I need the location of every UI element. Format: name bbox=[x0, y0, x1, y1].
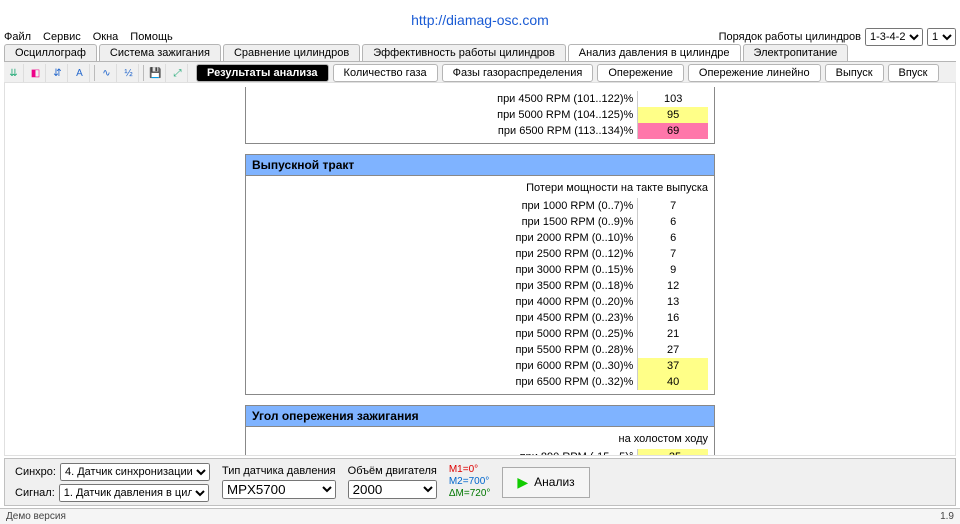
sync-label: Синхро: bbox=[15, 466, 56, 478]
row-label: при 4500 RPM (101..122)% bbox=[252, 91, 638, 107]
row-value: 69 bbox=[638, 123, 708, 139]
row-label: при 6500 RPM (113..134)% bbox=[252, 123, 638, 139]
timing-sublabel: на холостом ходу bbox=[252, 431, 708, 449]
row-label: при 4000 RPM (0..20)% bbox=[252, 294, 638, 310]
row-value: 12 bbox=[638, 278, 708, 294]
top-url: http://diamag-osc.com bbox=[0, 12, 960, 28]
data-row: при 6000 RPM (0..30)%37 bbox=[252, 358, 708, 374]
main-tab[interactable]: Электропитание bbox=[743, 44, 849, 61]
row-label: при 5000 RPM (0..25)% bbox=[252, 326, 638, 342]
row-label: при 1500 RPM (0..9)% bbox=[252, 214, 638, 230]
data-row: при 5000 RPM (104..125)%95 bbox=[252, 107, 708, 123]
engvol-label: Объём двигателя bbox=[348, 465, 437, 477]
main-tab[interactable]: Осциллограф bbox=[4, 44, 97, 61]
tool-icon[interactable]: ◧ bbox=[28, 64, 46, 82]
main-tab[interactable]: Анализ давления в цилиндре bbox=[568, 44, 741, 61]
data-row: при 2500 RPM (0..12)%7 bbox=[252, 246, 708, 262]
data-row: при 5500 RPM (0..28)%27 bbox=[252, 342, 708, 358]
data-row: при 1000 RPM (0..7)%7 bbox=[252, 198, 708, 214]
expand-icon[interactable]: ⤢ bbox=[170, 64, 188, 82]
row-value: 13 bbox=[638, 294, 708, 310]
timing-header: Угол опережения зажигания bbox=[246, 406, 714, 427]
row-label: при 5000 RPM (104..125)% bbox=[252, 107, 638, 123]
row-value: -25 bbox=[638, 449, 708, 456]
data-row: при 890 RPM (-15..-5)°-25 bbox=[252, 449, 708, 456]
save-icon[interactable]: 💾 bbox=[148, 64, 166, 82]
data-row: при 4500 RPM (0..23)%16 bbox=[252, 310, 708, 326]
status-left: Демо версия bbox=[6, 511, 66, 522]
sub-tab[interactable]: Выпуск bbox=[825, 64, 884, 82]
sync-select[interactable]: 4. Датчик синхронизации bbox=[60, 463, 210, 481]
marker-values: M1=0° M2=700° ΔM=720° bbox=[449, 464, 491, 500]
sub-tab-strip: Результаты анализаКоличество газаФазы га… bbox=[196, 64, 939, 82]
row-value: 7 bbox=[638, 246, 708, 262]
data-row: при 6500 RPM (113..134)%69 bbox=[252, 123, 708, 139]
data-row: при 3500 RPM (0..18)%12 bbox=[252, 278, 708, 294]
row-label: при 6500 RPM (0..32)% bbox=[252, 374, 638, 390]
row-value: 9 bbox=[638, 262, 708, 278]
data-row: при 6500 RPM (0..32)%40 bbox=[252, 374, 708, 390]
analyze-button[interactable]: ▶ Анализ bbox=[502, 467, 589, 498]
sub-tab[interactable]: Количество газа bbox=[333, 64, 438, 82]
sensor-select[interactable]: MPX5700 bbox=[222, 480, 336, 499]
menu-file[interactable]: Файл bbox=[4, 31, 31, 43]
sub-tab[interactable]: Фазы газораспределения bbox=[442, 64, 594, 82]
row-value: 21 bbox=[638, 326, 708, 342]
row-value: 6 bbox=[638, 214, 708, 230]
main-tab-strip: ОсциллографСистема зажиганияСравнение ци… bbox=[4, 44, 956, 62]
data-row: при 4000 RPM (0..20)%13 bbox=[252, 294, 708, 310]
firing-order-label: Порядок работы цилиндров bbox=[719, 31, 861, 43]
data-row: при 4500 RPM (101..122)%103 bbox=[252, 91, 708, 107]
play-icon: ▶ bbox=[517, 474, 528, 491]
sub-tab[interactable]: Впуск bbox=[888, 64, 939, 82]
bottom-bar: Синхро: 4. Датчик синхронизации Сигнал: … bbox=[4, 458, 956, 506]
engvol-select[interactable]: 2000 bbox=[348, 480, 437, 499]
status-bar: Демо версия 1.9 bbox=[0, 508, 960, 524]
exhaust-header: Выпускной тракт bbox=[246, 155, 714, 176]
row-value: 16 bbox=[638, 310, 708, 326]
menu-service[interactable]: Сервис bbox=[43, 31, 81, 43]
data-row: при 1500 RPM (0..9)%6 bbox=[252, 214, 708, 230]
data-row: при 5000 RPM (0..25)%21 bbox=[252, 326, 708, 342]
exhaust-sublabel: Потери мощности на такте выпуска bbox=[252, 180, 708, 198]
row-value: 95 bbox=[638, 107, 708, 123]
signal-select[interactable]: 1. Датчик давления в цилиндре bbox=[59, 484, 209, 502]
data-row: при 2000 RPM (0..10)%6 bbox=[252, 230, 708, 246]
sensor-label: Тип датчика давления bbox=[222, 465, 336, 477]
row-value: 40 bbox=[638, 374, 708, 390]
main-tab[interactable]: Эффективность работы цилиндров bbox=[362, 44, 566, 61]
tool-icon[interactable]: ⇊ bbox=[6, 64, 24, 82]
tool-icon[interactable]: A bbox=[72, 64, 90, 82]
main-tab[interactable]: Система зажигания bbox=[99, 44, 221, 61]
status-right: 1.9 bbox=[940, 511, 954, 522]
menu-window[interactable]: Окна bbox=[93, 31, 119, 43]
tool-icon[interactable]: ½ bbox=[121, 64, 139, 82]
row-value: 27 bbox=[638, 342, 708, 358]
row-label: при 5500 RPM (0..28)% bbox=[252, 342, 638, 358]
tool-icon[interactable]: ∿ bbox=[99, 64, 117, 82]
row-label: при 2000 RPM (0..10)% bbox=[252, 230, 638, 246]
row-label: при 4500 RPM (0..23)% bbox=[252, 310, 638, 326]
sub-tab[interactable]: Результаты анализа bbox=[196, 64, 329, 82]
tool-icon[interactable]: ⇵ bbox=[50, 64, 68, 82]
row-label: при 3500 RPM (0..18)% bbox=[252, 278, 638, 294]
data-row: при 3000 RPM (0..15)%9 bbox=[252, 262, 708, 278]
results-scroll-area[interactable]: при 4500 RPM (101..122)%103при 5000 RPM … bbox=[4, 82, 956, 456]
sub-tab[interactable]: Опережение bbox=[597, 64, 684, 82]
menu-help[interactable]: Помощь bbox=[130, 31, 173, 43]
row-label: при 3000 RPM (0..15)% bbox=[252, 262, 638, 278]
row-label: при 2500 RPM (0..12)% bbox=[252, 246, 638, 262]
row-value: 6 bbox=[638, 230, 708, 246]
row-label: при 6000 RPM (0..30)% bbox=[252, 358, 638, 374]
row-value: 103 bbox=[638, 91, 708, 107]
main-tab[interactable]: Сравнение цилиндров bbox=[223, 44, 360, 61]
row-value: 37 bbox=[638, 358, 708, 374]
signal-label: Сигнал: bbox=[15, 487, 55, 499]
row-value: 7 bbox=[638, 198, 708, 214]
sub-tab[interactable]: Опережение линейно bbox=[688, 64, 821, 82]
row-label: при 1000 RPM (0..7)% bbox=[252, 198, 638, 214]
row-label: при 890 RPM (-15..-5)° bbox=[252, 449, 638, 456]
